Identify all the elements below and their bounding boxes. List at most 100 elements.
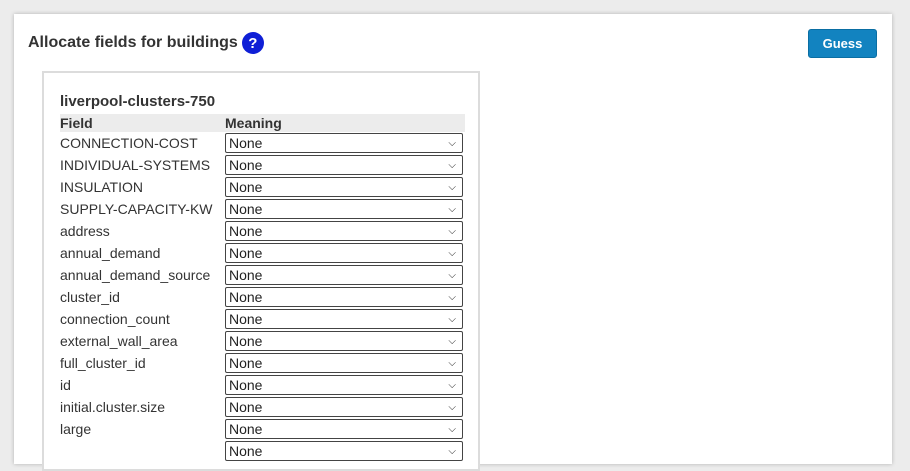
meaning-cell: None ⌵ bbox=[225, 396, 465, 418]
meaning-select-value: None bbox=[229, 289, 263, 305]
field-name: CONNECTION-COST bbox=[60, 135, 198, 151]
meaning-cell: None ⌵ bbox=[225, 440, 465, 462]
field-mapping-table: Field Meaning CONNECTION-COST None ⌵ IND… bbox=[60, 114, 465, 462]
meaning-cell: None ⌵ bbox=[225, 198, 465, 220]
meaning-select-value: None bbox=[229, 399, 263, 415]
field-name: id bbox=[60, 377, 71, 393]
meaning-select[interactable]: None ⌵ bbox=[225, 331, 463, 351]
meaning-select[interactable]: None ⌵ bbox=[225, 265, 463, 285]
meaning-cell: None ⌵ bbox=[225, 176, 465, 198]
table-header-row: Field Meaning bbox=[60, 114, 465, 132]
table-row: SUPPLY-CAPACITY-KW None ⌵ bbox=[60, 198, 465, 220]
field-name: connection_count bbox=[60, 311, 170, 327]
meaning-select[interactable]: None ⌵ bbox=[225, 221, 463, 241]
chevron-down-icon: ⌵ bbox=[448, 445, 456, 457]
meaning-select-value: None bbox=[229, 223, 263, 239]
meaning-select[interactable]: None ⌵ bbox=[225, 177, 463, 197]
chevron-down-icon: ⌵ bbox=[448, 225, 456, 237]
meaning-select[interactable]: None ⌵ bbox=[225, 353, 463, 373]
field-name: INDIVIDUAL-SYSTEMS bbox=[60, 157, 211, 173]
chevron-down-icon: ⌵ bbox=[448, 203, 456, 215]
meaning-select[interactable]: None ⌵ bbox=[225, 133, 463, 153]
meaning-select[interactable]: None ⌵ bbox=[225, 375, 463, 395]
table-row: INSULATION None ⌵ bbox=[60, 176, 465, 198]
field-name: address bbox=[60, 223, 110, 239]
table-row: initial.cluster.size None ⌵ bbox=[60, 396, 465, 418]
table-row: cluster_id None ⌵ bbox=[60, 286, 465, 308]
chevron-down-icon: ⌵ bbox=[448, 423, 456, 435]
chevron-down-icon: ⌵ bbox=[448, 401, 456, 413]
layer-title: liverpool-clusters-750 bbox=[60, 93, 216, 110]
meaning-cell: None ⌵ bbox=[225, 242, 465, 264]
meaning-cell: None ⌵ bbox=[225, 418, 465, 440]
chevron-down-icon: ⌵ bbox=[448, 137, 456, 149]
meaning-select-value: None bbox=[229, 377, 263, 393]
field-name: annual_demand bbox=[60, 245, 161, 261]
meaning-cell: None ⌵ bbox=[225, 220, 465, 242]
field-name: external_wall_area bbox=[60, 333, 178, 349]
table-row: connection_count None ⌵ bbox=[60, 308, 465, 330]
meaning-select-value: None bbox=[229, 311, 263, 327]
table-body: CONNECTION-COST None ⌵ INDIVIDUAL-SYSTEM… bbox=[60, 132, 465, 462]
meaning-select-value: None bbox=[229, 179, 263, 195]
field-name: full_cluster_id bbox=[60, 355, 146, 371]
allocate-fields-panel: Allocate fields for buildings ? Guess li… bbox=[14, 14, 892, 471]
table-row: INDIVIDUAL-SYSTEMS None ⌵ bbox=[60, 154, 465, 176]
help-icon[interactable]: ? bbox=[241, 32, 264, 54]
table-row: id None ⌵ bbox=[60, 374, 465, 396]
chevron-down-icon: ⌵ bbox=[448, 269, 456, 281]
panel-title-row: Allocate fields for buildings ? bbox=[28, 32, 264, 54]
meaning-select[interactable]: None ⌵ bbox=[225, 155, 463, 175]
chevron-down-icon: ⌵ bbox=[448, 181, 456, 193]
column-header-field: Field bbox=[60, 114, 225, 132]
field-name: INSULATION bbox=[60, 179, 143, 195]
field-name bbox=[60, 440, 225, 462]
meaning-select[interactable]: None ⌵ bbox=[225, 199, 463, 219]
chevron-down-icon: ⌵ bbox=[448, 291, 456, 303]
meaning-select-value: None bbox=[229, 135, 263, 151]
guess-button[interactable]: Guess bbox=[808, 29, 877, 58]
field-name: initial.cluster.size bbox=[60, 399, 166, 415]
meaning-select[interactable]: None ⌵ bbox=[225, 243, 463, 263]
table-row: large None ⌵ bbox=[60, 418, 465, 440]
meaning-cell: None ⌵ bbox=[225, 154, 465, 176]
column-header-meaning: Meaning bbox=[225, 114, 465, 132]
meaning-cell: None ⌵ bbox=[225, 308, 465, 330]
table-row: annual_demand_source None ⌵ bbox=[60, 264, 465, 286]
meaning-select-value: None bbox=[229, 333, 263, 349]
meaning-select-value: None bbox=[229, 421, 263, 437]
field-name: large bbox=[60, 421, 92, 437]
meaning-cell: None ⌵ bbox=[225, 374, 465, 396]
meaning-select-value: None bbox=[229, 245, 263, 261]
chevron-down-icon: ⌵ bbox=[448, 159, 456, 171]
meaning-select-value: None bbox=[229, 157, 263, 173]
meaning-cell: None ⌵ bbox=[225, 352, 465, 374]
meaning-select-value: None bbox=[229, 267, 263, 283]
chevron-down-icon: ⌵ bbox=[448, 247, 456, 259]
table-row: CONNECTION-COST None ⌵ bbox=[60, 132, 465, 154]
meaning-cell: None ⌵ bbox=[225, 132, 465, 154]
field-name: annual_demand_source bbox=[60, 267, 211, 283]
meaning-select[interactable]: None ⌵ bbox=[225, 287, 463, 307]
meaning-select[interactable]: None ⌵ bbox=[225, 309, 463, 329]
layer-card: liverpool-clusters-750 Field Meaning CON… bbox=[42, 71, 480, 471]
page-title: Allocate fields for buildings bbox=[28, 34, 238, 51]
field-name: cluster_id bbox=[60, 289, 120, 305]
meaning-cell: None ⌵ bbox=[225, 286, 465, 308]
table-row: address None ⌵ bbox=[60, 220, 465, 242]
meaning-select-value: None bbox=[229, 355, 263, 371]
meaning-select[interactable]: None ⌵ bbox=[225, 419, 463, 439]
chevron-down-icon: ⌵ bbox=[448, 335, 456, 347]
meaning-select-value: None bbox=[229, 201, 263, 217]
meaning-select[interactable]: None ⌵ bbox=[225, 441, 463, 461]
table-row: None ⌵ bbox=[60, 440, 465, 462]
chevron-down-icon: ⌵ bbox=[448, 313, 456, 325]
meaning-select[interactable]: None ⌵ bbox=[225, 397, 463, 417]
table-row: full_cluster_id None ⌵ bbox=[60, 352, 465, 374]
chevron-down-icon: ⌵ bbox=[448, 357, 456, 369]
meaning-cell: None ⌵ bbox=[225, 264, 465, 286]
table-row: external_wall_area None ⌵ bbox=[60, 330, 465, 352]
table-row: annual_demand None ⌵ bbox=[60, 242, 465, 264]
field-name: SUPPLY-CAPACITY-KW bbox=[60, 201, 213, 217]
meaning-select-value: None bbox=[229, 443, 263, 459]
